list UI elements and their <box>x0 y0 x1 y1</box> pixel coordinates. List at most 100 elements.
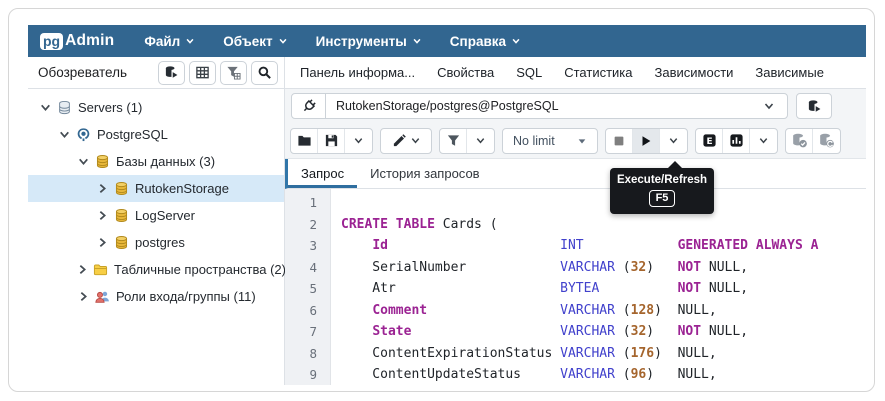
sql-editor[interactable]: 123456789 CREATE TABLE Cards ( Id INT GE… <box>285 189 866 385</box>
menu-tools[interactable]: Инструменты <box>316 34 422 49</box>
explain-analyze-button[interactable] <box>723 129 750 153</box>
menu-tools-label: Инструменты <box>316 34 407 49</box>
tree-item[interactable]: postgres <box>28 229 284 256</box>
open-file-button[interactable] <box>291 129 318 153</box>
tree-item-label: postgres <box>135 235 185 250</box>
code-line[interactable]: State VARCHAR (32) NOT NULL, <box>341 321 866 343</box>
save-menu-button[interactable] <box>345 129 372 153</box>
panel-tabs: Панель информа... Свойства SQL Статистик… <box>285 57 866 89</box>
rollback-button[interactable] <box>813 129 840 153</box>
chevron-down-icon <box>475 135 486 146</box>
menu-help[interactable]: Справка <box>450 34 521 49</box>
chevron-down-icon <box>412 36 422 46</box>
chevron-right-icon[interactable] <box>76 263 89 276</box>
stop-button[interactable] <box>606 129 633 153</box>
query-panel-tabs: Запрос История запросов <box>285 159 866 189</box>
new-connection-button[interactable] <box>796 93 832 119</box>
tab-dependencies[interactable]: Зависимости <box>644 65 745 80</box>
code-line[interactable]: CREATE TABLE Cards ( <box>341 214 866 236</box>
tab-query[interactable]: Запрос <box>288 159 357 188</box>
query-tool-button[interactable] <box>158 61 185 85</box>
edit-button[interactable] <box>381 129 431 153</box>
search-objects-button[interactable] <box>251 61 278 85</box>
code-line[interactable]: SerialNumber VARCHAR (32) NOT NULL, <box>341 257 866 279</box>
tree-item[interactable]: PostgreSQL <box>28 121 284 148</box>
select-caret-icon <box>577 136 587 146</box>
chevron-down-icon <box>410 135 421 146</box>
execute-button[interactable] <box>633 129 660 153</box>
menu-bar: pg Admin Файл Объект Инструменты Справка <box>28 25 866 57</box>
limit-value: No limit <box>513 134 555 148</box>
logo-admin-text: Admin <box>65 32 114 50</box>
search-icon <box>257 65 272 80</box>
object-explorer: Обозреватель Servers (1)Postg <box>28 57 285 385</box>
chevron-down-icon[interactable] <box>38 101 52 114</box>
save-button[interactable] <box>318 129 345 153</box>
filtered-rows-button[interactable] <box>220 61 247 85</box>
save-icon <box>324 133 339 148</box>
tree-item[interactable]: Роли входа/группы (11) <box>28 283 284 310</box>
view-data-button[interactable] <box>189 61 216 85</box>
filter-menu-button[interactable] <box>467 129 494 153</box>
object-explorer-header: Обозреватель <box>28 57 284 89</box>
tree-item-label: PostgreSQL <box>97 127 168 142</box>
code-line[interactable]: Comment VARCHAR (128) NULL, <box>341 300 866 322</box>
chevron-down-icon[interactable] <box>57 128 71 141</box>
line-number: 2 <box>285 214 330 236</box>
filter-icon <box>446 133 461 148</box>
code-line[interactable]: Atr BYTEA NOT NULL, <box>341 278 866 300</box>
database-icon <box>113 235 129 250</box>
menu-object[interactable]: Объект <box>223 34 287 49</box>
connection-row: RutokenStorage/postgres@PostgreSQL <box>285 89 866 123</box>
tree-item[interactable]: RutokenStorage <box>28 175 284 202</box>
tree-item[interactable]: LogServer <box>28 202 284 229</box>
tree-item[interactable]: Табличные пространства (2) <box>28 256 284 283</box>
chevron-right-icon[interactable] <box>95 182 109 195</box>
menu-file[interactable]: Файл <box>144 34 195 49</box>
logo-pg-badge: pg <box>40 33 63 50</box>
explain-button[interactable]: E <box>696 129 723 153</box>
commit-button[interactable] <box>786 129 813 153</box>
tab-sql[interactable]: SQL <box>505 65 553 80</box>
chevron-right-icon[interactable] <box>76 290 90 303</box>
connection-select[interactable]: RutokenStorage/postgres@PostgreSQL <box>291 93 788 119</box>
explain-analyze-icon <box>729 133 744 148</box>
database-icon <box>113 208 129 223</box>
execute-tooltip: Execute/Refresh F5 <box>610 161 714 214</box>
commit-icon <box>791 132 808 149</box>
postgresql-icon <box>75 127 91 142</box>
tab-dependents[interactable]: Зависимые <box>744 65 835 80</box>
tab-statistics[interactable]: Статистика <box>553 65 643 80</box>
menu-object-label: Объект <box>223 34 272 49</box>
chevron-down-icon <box>353 135 364 146</box>
pencil-icon <box>392 133 407 148</box>
code-area[interactable]: CREATE TABLE Cards ( Id INT GENERATED AL… <box>331 189 866 385</box>
stop-icon <box>612 134 626 148</box>
filter-button[interactable] <box>440 129 467 153</box>
code-line[interactable]: ContentExpirationStatus VARCHAR (176) NU… <box>341 343 866 365</box>
execute-menu-button[interactable] <box>660 129 687 153</box>
roles-icon <box>94 289 110 304</box>
chevron-right-icon[interactable] <box>95 209 109 222</box>
menu-items: Файл Объект Инструменты Справка <box>144 34 521 49</box>
query-tool-icon <box>164 65 179 80</box>
code-line[interactable]: Id INT GENERATED ALWAYS A <box>341 235 866 257</box>
tree-item[interactable]: Базы данных (3) <box>28 148 284 175</box>
chevron-down-icon[interactable] <box>76 155 90 168</box>
line-number: 8 <box>285 343 330 365</box>
connection-status <box>292 94 326 118</box>
line-number: 6 <box>285 300 330 322</box>
database-icon <box>113 181 129 196</box>
limit-select[interactable]: No limit <box>502 128 598 154</box>
explain-menu-button[interactable] <box>750 129 777 153</box>
tab-properties[interactable]: Свойства <box>426 65 505 80</box>
menu-help-label: Справка <box>450 34 506 49</box>
tab-query-history[interactable]: История запросов <box>357 159 493 188</box>
code-line[interactable] <box>341 192 866 214</box>
folder-open-icon <box>297 133 312 148</box>
tree-item-label: LogServer <box>135 208 195 223</box>
tree-item[interactable]: Servers (1) <box>28 94 284 121</box>
tab-dashboard[interactable]: Панель информа... <box>289 65 426 80</box>
code-line[interactable]: ContentUpdateStatus VARCHAR (96) NULL, <box>341 364 866 385</box>
chevron-right-icon[interactable] <box>95 236 109 249</box>
